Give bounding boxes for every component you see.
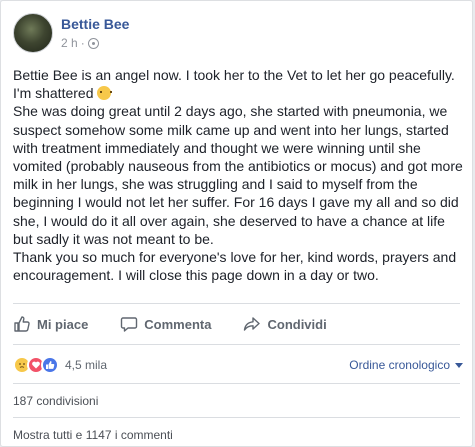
reactions-row: 4,5 mila Ordine cronologico <box>13 354 463 376</box>
like-button[interactable]: Mi piace <box>13 315 88 333</box>
divider-reactions <box>13 383 460 384</box>
divider-shares <box>13 417 460 418</box>
like-label: Mi piace <box>37 316 89 332</box>
post-card: Bettie Bee 2 h · Bettie Bee is an angel … <box>0 0 473 447</box>
post-paragraph-2: She was doing great until 2 days ago, sh… <box>13 103 463 247</box>
post-header: Bettie Bee 2 h · <box>13 13 129 57</box>
action-bar: Mi piace Commenta Condividi <box>13 311 463 337</box>
share-label: Condividi <box>267 316 327 332</box>
view-all-comments-link[interactable]: Mostra tutti e 1147 i commenti <box>13 428 173 442</box>
post-paragraph-3: Thank you so much for everyone's love fo… <box>13 249 457 284</box>
comment-order-dropdown[interactable]: Ordine cronologico <box>349 358 463 372</box>
share-icon <box>244 317 261 331</box>
post-paragraph-1-text: Bettie Bee is an angel now. I took her t… <box>13 67 455 102</box>
globe-icon[interactable] <box>87 37 99 49</box>
divider-top <box>13 303 460 304</box>
reaction-icons[interactable] <box>13 356 59 374</box>
author-name[interactable]: Bettie Bee <box>61 15 129 33</box>
share-count[interactable]: 187 condivisioni <box>13 394 98 408</box>
divider-actions <box>13 344 460 345</box>
time-row: 2 h · <box>61 36 129 50</box>
comment-order-label: Ordine cronologico <box>349 358 450 372</box>
comment-icon <box>121 317 138 332</box>
chevron-down-icon <box>455 362 463 368</box>
avatar[interactable] <box>13 13 53 53</box>
like-reaction-icon <box>41 356 59 374</box>
reaction-count[interactable]: 4,5 mila <box>65 358 107 372</box>
comment-button[interactable]: Commenta <box>120 315 211 333</box>
comment-label: Commenta <box>144 316 212 332</box>
post-paragraph-1: Bettie Bee is an angel now. I took her t… <box>13 66 465 102</box>
post-meta: Bettie Bee 2 h · <box>61 15 129 50</box>
thumbs-up-icon <box>14 316 30 332</box>
crying-emoji-icon <box>97 86 113 101</box>
time-separator: · <box>80 36 85 50</box>
share-button[interactable]: Condividi <box>243 315 327 333</box>
post-body: Bettie Bee is an angel now. I took her t… <box>13 66 465 284</box>
post-time[interactable]: 2 h <box>61 36 78 50</box>
